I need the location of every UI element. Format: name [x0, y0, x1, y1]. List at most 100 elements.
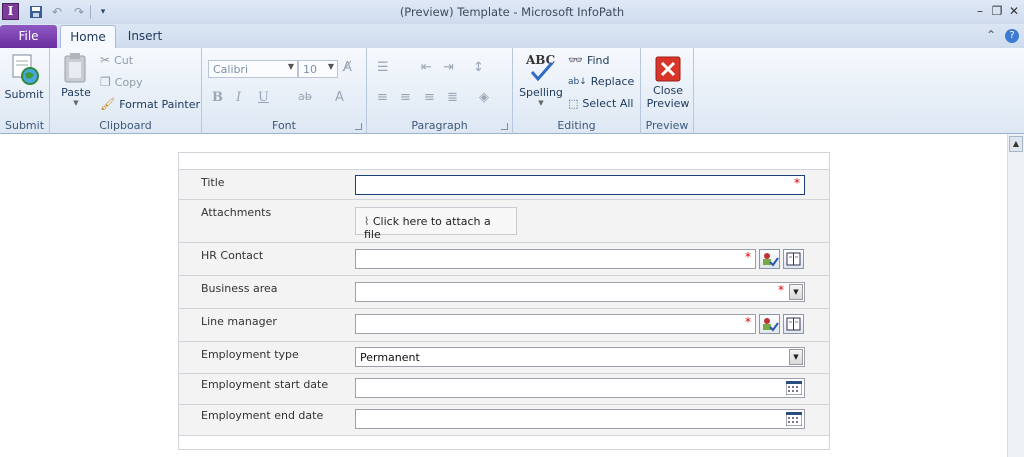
window-title: (Preview) Template - Microsoft InfoPath: [399, 5, 625, 19]
font-dialog-launcher-icon[interactable]: [355, 123, 362, 130]
paste-button[interactable]: Paste ▼: [58, 52, 94, 107]
copy-button[interactable]: ❐ Copy: [100, 75, 143, 89]
submit-icon: [12, 54, 39, 85]
font-color-icon[interactable]: A: [335, 90, 344, 105]
close-preview-label-line2: Preview: [646, 97, 690, 110]
format-painter-button[interactable]: 🖌 Format Painter: [100, 97, 200, 111]
align-center-icon[interactable]: ≡: [400, 90, 411, 105]
justify-icon[interactable]: ≣: [447, 90, 458, 105]
ribbon: Submit Submit Paste ▼ ✂ Cut ❐ Copy 🖌 Format…: [0, 48, 1024, 134]
underline-icon[interactable]: U: [258, 90, 269, 105]
attach-file-button[interactable]: ⌇ Click here to attach a file: [355, 207, 517, 241]
submit-button[interactable]: Submit: [4, 52, 44, 101]
title-input[interactable]: *: [355, 175, 805, 195]
line-manager-input[interactable]: *: [355, 314, 756, 334]
align-right-icon[interactable]: ≡: [424, 90, 435, 105]
required-marker: *: [745, 250, 751, 264]
business-area-label: Business area: [201, 282, 278, 295]
paragraph-group: ☰ ⇤ ⇥ ↕ ≡ ≡ ≡ ≣ ◈ Paragraph: [367, 48, 513, 134]
paintbrush-icon: 🖌: [100, 97, 116, 111]
row-line-manager: Line manager *: [179, 308, 829, 341]
italic-icon[interactable]: I: [236, 90, 241, 105]
employment-type-label: Employment type: [201, 348, 299, 361]
tab-home[interactable]: Home: [60, 25, 116, 48]
font-name-value: Calibri: [213, 63, 249, 76]
align-left-icon[interactable]: ≡: [377, 90, 388, 105]
calendar-icon[interactable]: [786, 412, 802, 426]
clipboard-group-label: Clipboard: [99, 119, 152, 132]
tab-insert[interactable]: Insert: [120, 25, 170, 48]
paste-dropdown-icon[interactable]: ▼: [58, 99, 94, 107]
row-title: Title *: [179, 169, 829, 199]
attach-file-label: Click here to attach a file: [364, 215, 491, 241]
required-marker: *: [745, 315, 751, 329]
copy-label: Copy: [114, 75, 143, 89]
help-icon[interactable]: ?: [1005, 29, 1019, 43]
chevron-down-icon[interactable]: ▼: [789, 349, 803, 365]
employment-type-select[interactable]: Permanent ▼: [355, 347, 805, 367]
find-label: Find: [586, 53, 610, 67]
paperclip-icon: ⌇: [364, 215, 373, 228]
editing-group-label: Editing: [557, 119, 596, 132]
paragraph-dialog-launcher-icon[interactable]: [501, 123, 508, 130]
preview-group: Close Preview Preview: [641, 48, 694, 134]
paste-icon: [64, 53, 86, 83]
bold-icon[interactable]: B: [212, 90, 223, 105]
submit-button-label: Submit: [4, 88, 44, 101]
submit-group-label: Submit: [4, 119, 45, 132]
check-names-icon[interactable]: [759, 249, 780, 269]
preview-group-label: Preview: [645, 119, 689, 132]
cut-button[interactable]: ✂ Cut: [100, 53, 133, 67]
line-spacing-icon[interactable]: ↕: [473, 60, 484, 75]
form-table: Title * Attachments ⌇ Click here to atta…: [178, 152, 830, 450]
font-group-label: Font: [272, 119, 296, 132]
find-button[interactable]: 👓 Find: [568, 53, 610, 67]
format-painter-label: Format Painter: [119, 97, 201, 111]
row-attachments: Attachments ⌇ Click here to attach a fil…: [179, 199, 829, 242]
vertical-scrollbar[interactable]: ▲: [1007, 134, 1024, 457]
chevron-down-icon[interactable]: ▼: [789, 284, 803, 300]
check-names-icon[interactable]: [759, 314, 780, 334]
shading-icon[interactable]: ◈: [479, 90, 489, 105]
bullets-icon[interactable]: ☰: [377, 60, 389, 75]
employment-type-value: Permanent: [360, 351, 420, 364]
submit-group: Submit Submit: [0, 48, 50, 134]
increase-indent-icon[interactable]: ⇥: [443, 60, 454, 75]
font-size-select[interactable]: 10 ▼: [298, 60, 338, 78]
start-date-input[interactable]: [355, 378, 805, 398]
chevron-down-icon: ▼: [287, 62, 294, 71]
close-preview-button[interactable]: Close Preview: [643, 56, 693, 110]
replace-button[interactable]: ab↓ Replace: [568, 75, 634, 88]
scissors-icon: ✂: [100, 53, 111, 67]
address-book-icon[interactable]: [783, 249, 804, 269]
row-employment-type: Employment type Permanent ▼: [179, 341, 829, 373]
minimize-ribbon-icon[interactable]: ⌃: [986, 28, 996, 42]
close-preview-label-line1: Close: [653, 84, 683, 97]
decrease-indent-icon[interactable]: ⇤: [421, 60, 432, 75]
address-book-icon[interactable]: [783, 314, 804, 334]
business-area-select[interactable]: * ▼: [355, 282, 805, 302]
close-window-icon[interactable]: ✕: [1004, 2, 1024, 20]
select-all-icon: ⬚: [568, 97, 579, 110]
clear-formatting-icon[interactable]: A̸: [343, 60, 352, 75]
select-all-button[interactable]: ⬚ Select All: [568, 97, 633, 110]
replace-label: Replace: [590, 75, 635, 88]
copy-icon: ❐: [100, 75, 111, 89]
chevron-down-icon: ▼: [327, 62, 334, 71]
font-group: Calibri ▼ 10 ▼ A̸ B I U ab̶ A Font: [202, 48, 367, 134]
spelling-dropdown-icon[interactable]: ▼: [517, 99, 565, 107]
clipboard-group: Paste ▼ ✂ Cut ❐ Copy 🖌 Format Painter Clipb…: [50, 48, 202, 134]
calendar-icon[interactable]: [786, 381, 802, 395]
close-preview-icon: [655, 56, 681, 82]
form-header-row: [179, 153, 829, 169]
end-date-input[interactable]: [355, 409, 805, 429]
strikethrough-icon[interactable]: ab̶: [298, 90, 312, 103]
binoculars-icon: 👓: [568, 53, 583, 67]
hr-contact-input[interactable]: *: [355, 249, 756, 269]
scroll-up-icon[interactable]: ▲: [1009, 136, 1023, 152]
spelling-button[interactable]: ABC Spelling ▼: [517, 52, 565, 107]
tab-file[interactable]: File: [0, 25, 57, 48]
spelling-label: Spelling: [519, 86, 563, 99]
attachments-label: Attachments: [201, 206, 272, 219]
font-name-select[interactable]: Calibri ▼: [208, 60, 298, 78]
